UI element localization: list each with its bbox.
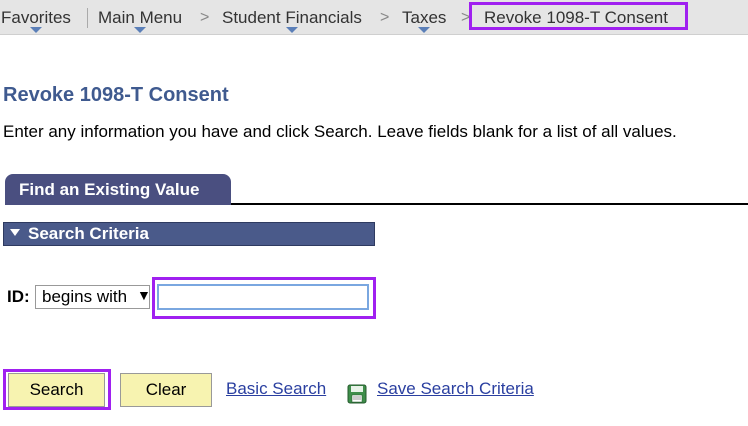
breadcrumb-student-financials[interactable]: Student Financials <box>222 0 362 34</box>
tab-divider <box>231 203 748 205</box>
basic-search-link[interactable]: Basic Search <box>226 379 326 399</box>
id-label: ID: <box>7 287 30 306</box>
save-search-criteria-link[interactable]: Save Search Criteria <box>377 379 534 399</box>
clear-button[interactable]: Clear <box>120 373 212 407</box>
breadcrumb-current[interactable]: Revoke 1098-T Consent <box>484 0 668 34</box>
chevron-down-icon[interactable] <box>29 27 42 33</box>
breadcrumb-main-menu-label: Main Menu <box>98 8 183 27</box>
breadcrumb-student-financials-label: Student Financials <box>222 8 362 27</box>
breadcrumb-favorites-label: Favorites <box>1 8 71 27</box>
id-input[interactable] <box>157 284 369 310</box>
chevron-down-icon[interactable] <box>418 27 431 33</box>
search-criteria-label: Search Criteria <box>28 224 149 243</box>
breadcrumb-main-menu[interactable]: Main Menu <box>98 0 182 34</box>
page-title: Revoke 1098-T Consent <box>3 84 229 106</box>
breadcrumb-favorites[interactable]: Favorites <box>1 0 71 34</box>
chevron-down-icon[interactable]: ▼ <box>137 287 151 303</box>
chevron-down-icon[interactable] <box>285 27 298 33</box>
breadcrumb-separator: > <box>200 9 210 26</box>
breadcrumb-taxes[interactable]: Taxes <box>402 0 446 34</box>
breadcrumb-taxes-label: Taxes <box>402 8 447 27</box>
chevron-down-icon[interactable] <box>134 27 147 33</box>
breadcrumb-divider <box>87 8 88 28</box>
collapse-triangle-icon[interactable] <box>10 229 20 236</box>
id-operator-value: begins with <box>42 287 128 306</box>
tab-label: Find an Existing Value <box>19 180 200 199</box>
breadcrumb-separator: > <box>380 9 390 26</box>
page-instructions: Enter any information you have and click… <box>3 122 677 141</box>
save-search-icon[interactable] <box>347 384 367 404</box>
search-button[interactable]: Search <box>8 373 105 407</box>
